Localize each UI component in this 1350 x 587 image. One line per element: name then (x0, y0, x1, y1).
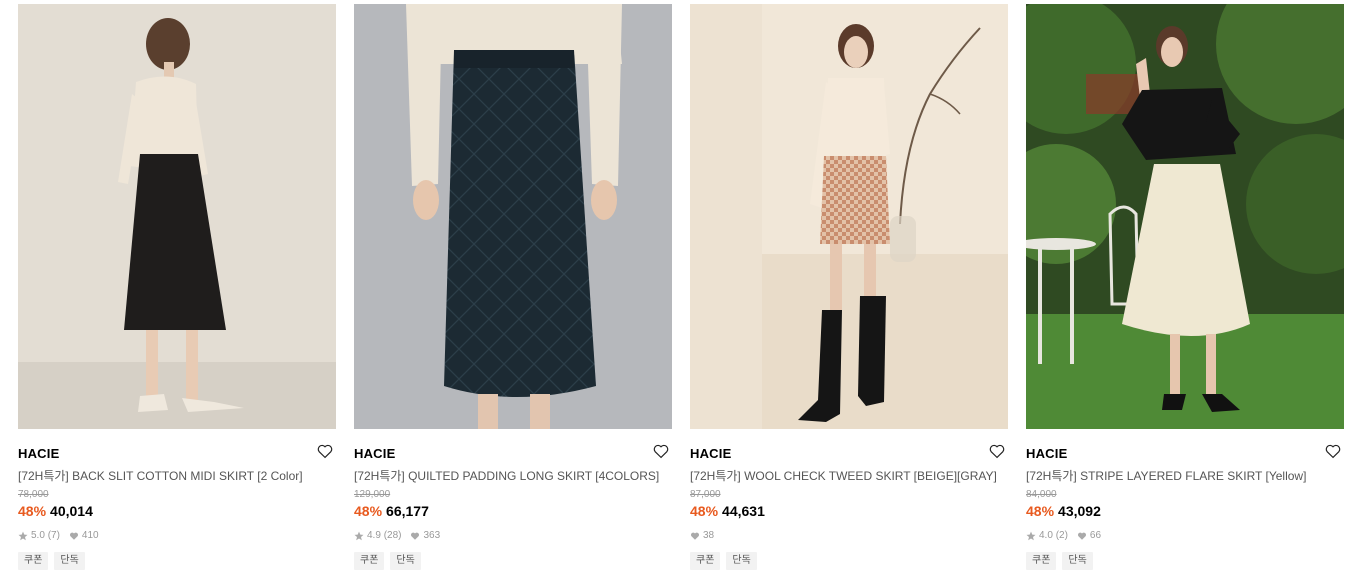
like-count: 66 (1089, 530, 1102, 541)
brand-name[interactable]: HACIE (354, 445, 672, 463)
sale-price: 43,092 (1058, 503, 1101, 519)
product-stats: 4.9 (28) 363 (354, 529, 672, 543)
sale-price: 66,177 (386, 503, 429, 519)
like-count: 38 (703, 530, 715, 541)
tag-list: 쿠폰 단독 (690, 552, 1008, 570)
review-count: (28) (383, 530, 402, 541)
product-stats: 38 (690, 529, 1008, 543)
wishlist-heart-icon[interactable] (316, 442, 334, 460)
wishlist-heart-icon[interactable] (988, 442, 1006, 460)
product-stats: 5.0 (7) 410 (18, 529, 336, 543)
product-title[interactable]: [72H특가] STRIPE LAYERED FLARE SKIRT [Yell… (1026, 468, 1344, 484)
brand-name[interactable]: HACIE (1026, 445, 1344, 463)
coupon-tag: 쿠폰 (690, 552, 721, 570)
exclusive-tag: 단독 (1062, 552, 1093, 570)
product-card[interactable]: HACIE [72H특가] BACK SLIT COTTON MIDI SKIR… (18, 4, 336, 570)
rating-value: 5.0 (31, 530, 45, 541)
product-image[interactable] (18, 4, 336, 429)
discount-rate: 48% (354, 503, 383, 519)
rating-value: 4.9 (367, 530, 381, 541)
price-row: 48% 40,014 (18, 502, 336, 520)
sale-price: 40,014 (50, 503, 93, 519)
brand-name[interactable]: HACIE (18, 445, 336, 463)
wishlist-heart-icon[interactable] (652, 442, 670, 460)
like-count: 363 (423, 530, 441, 541)
original-price: 87,000 (690, 489, 721, 500)
original-price: 129,000 (354, 489, 391, 500)
exclusive-tag: 단독 (390, 552, 421, 570)
tag-list: 쿠폰 단독 (1026, 552, 1344, 570)
coupon-tag: 쿠폰 (18, 552, 49, 570)
product-title[interactable]: [72H특가] BACK SLIT COTTON MIDI SKIRT [2 C… (18, 468, 336, 484)
discount-rate: 48% (18, 503, 47, 519)
review-count: (7) (47, 530, 60, 541)
exclusive-tag: 단독 (54, 552, 85, 570)
like-heart-icon (1077, 531, 1087, 541)
product-stats: 4.0 (2) 66 (1026, 529, 1344, 543)
product-card[interactable]: HACIE [72H특가] QUILTED PADDING LONG SKIRT… (354, 4, 672, 570)
coupon-tag: 쿠폰 (354, 552, 385, 570)
star-icon (1026, 531, 1036, 541)
like-heart-icon (69, 531, 79, 541)
original-price: 78,000 (18, 489, 49, 500)
product-card[interactable]: HACIE [72H특가] STRIPE LAYERED FLARE SKIRT… (1026, 4, 1344, 570)
review-count: (2) (1055, 530, 1068, 541)
product-grid: HACIE [72H특가] BACK SLIT COTTON MIDI SKIR… (0, 0, 1350, 587)
exclusive-tag: 단독 (726, 552, 757, 570)
product-title[interactable]: [72H특가] QUILTED PADDING LONG SKIRT [4COL… (354, 468, 672, 484)
discount-rate: 48% (1026, 503, 1055, 519)
product-image[interactable] (354, 4, 672, 429)
wishlist-heart-icon[interactable] (1324, 442, 1342, 460)
like-heart-icon (410, 531, 420, 541)
product-title[interactable]: [72H특가] WOOL CHECK TWEED SKIRT [BEIGE][G… (690, 468, 1008, 484)
tag-list: 쿠폰 단독 (354, 552, 672, 570)
rating-value: 4.0 (1039, 530, 1053, 541)
product-card[interactable]: HACIE [72H특가] WOOL CHECK TWEED SKIRT [BE… (690, 4, 1008, 570)
tag-list: 쿠폰 단독 (18, 552, 336, 570)
price-row: 48% 66,177 (354, 502, 672, 520)
discount-rate: 48% (690, 503, 719, 519)
product-image[interactable] (1026, 4, 1344, 429)
like-count: 410 (81, 530, 99, 541)
price-row: 48% 43,092 (1026, 502, 1344, 520)
like-heart-icon (690, 531, 700, 541)
star-icon (354, 531, 364, 541)
sale-price: 44,631 (722, 503, 765, 519)
product-image[interactable] (690, 4, 1008, 429)
brand-name[interactable]: HACIE (690, 445, 1008, 463)
price-row: 48% 44,631 (690, 502, 1008, 520)
original-price: 84,000 (1026, 489, 1057, 500)
star-icon (18, 531, 28, 541)
coupon-tag: 쿠폰 (1026, 552, 1057, 570)
